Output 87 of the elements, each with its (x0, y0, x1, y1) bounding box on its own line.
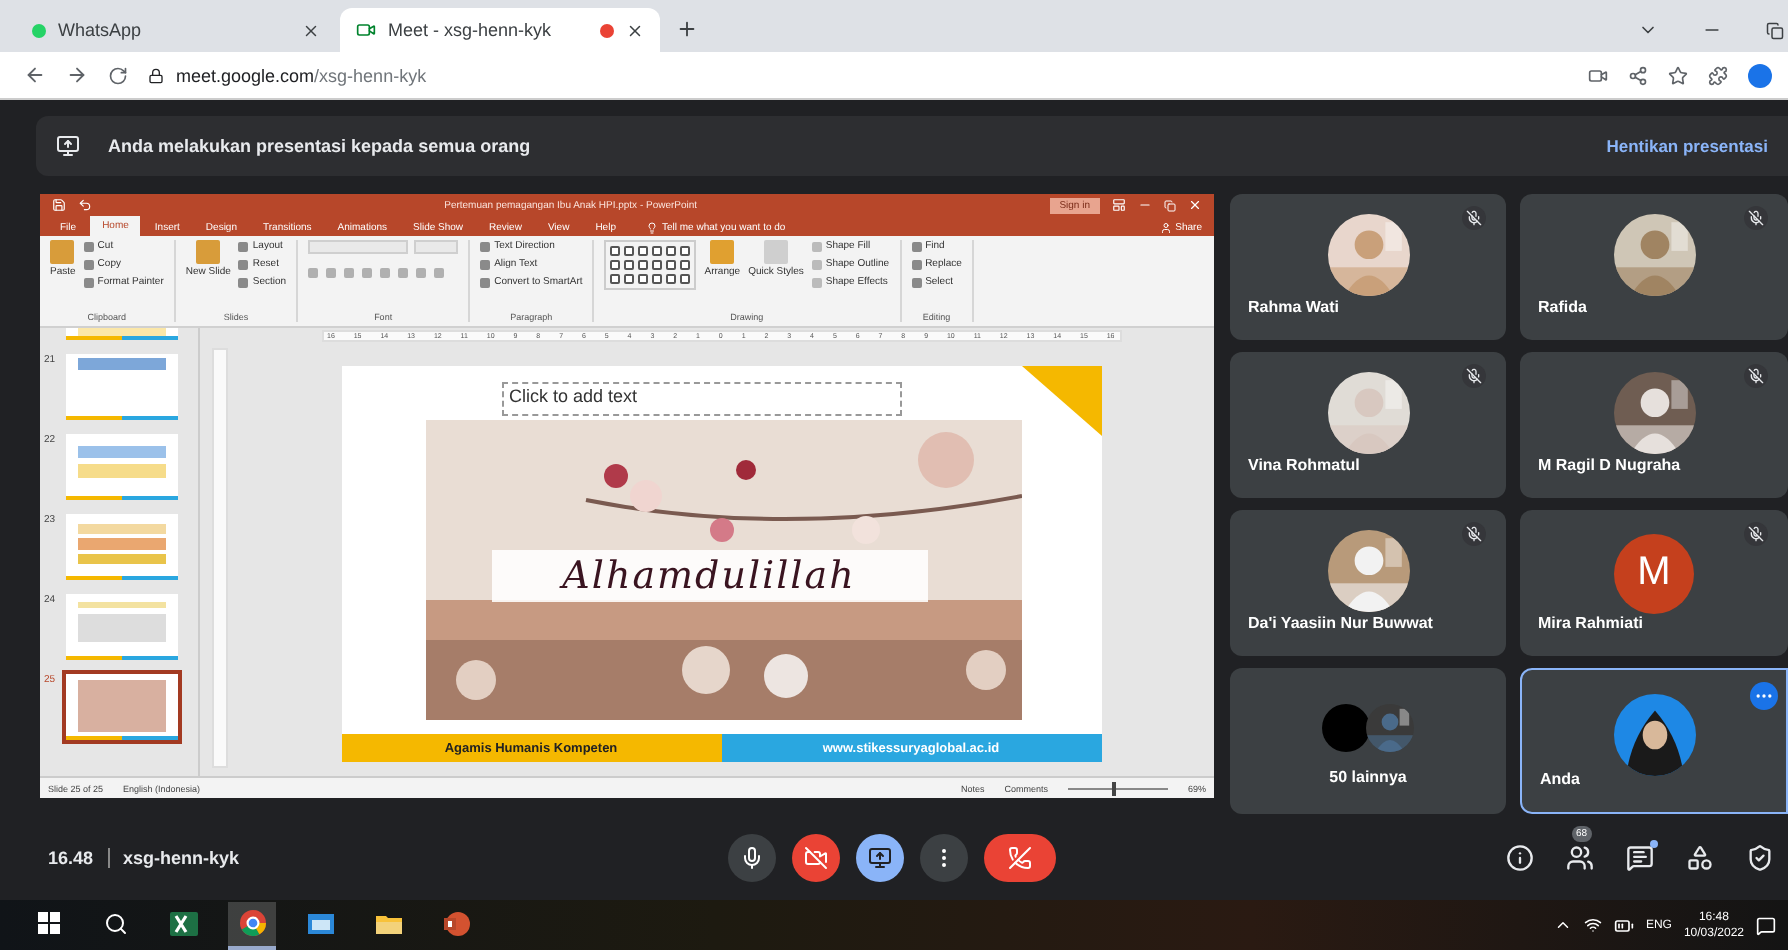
more-options-button[interactable] (1750, 682, 1778, 710)
present-screen-icon (56, 134, 80, 158)
slide-caption: Alhamdulillah (491, 550, 927, 602)
present-screen-icon (868, 846, 892, 870)
browser-tab[interactable]: Meet - xsg-henn-kyk (340, 8, 660, 52)
info-button[interactable] (1504, 842, 1536, 874)
font-size-field[interactable] (414, 240, 459, 254)
folder-icon (375, 913, 401, 933)
participant-tile[interactable]: Rahma Wati (1230, 194, 1506, 340)
camera-icon[interactable] (1588, 65, 1608, 85)
zoom-thumb[interactable] (1112, 781, 1117, 795)
shield-icon (1746, 844, 1774, 872)
font-name-field[interactable] (308, 240, 409, 254)
star-icon[interactable] (1668, 65, 1688, 85)
shapes-icon (1686, 844, 1714, 872)
back-icon[interactable] (24, 64, 46, 86)
participant-name: Rafida (1538, 298, 1587, 316)
share-icon[interactable] (1628, 65, 1648, 85)
banner-message: Anda melakukan presentasi kepada semua orang (108, 136, 533, 156)
participant-name: Rahma Wati (1248, 298, 1339, 316)
participant-name: Vina Rohmatul (1248, 456, 1360, 474)
microphone-button[interactable] (728, 834, 776, 882)
corner-triangle (1021, 366, 1101, 436)
close-icon[interactable] (626, 21, 644, 39)
info-icon (1506, 844, 1534, 872)
window-icon (307, 913, 333, 933)
text-placeholder[interactable]: Click to add text (501, 382, 901, 416)
participant-name: M Ragil D Nugraha (1538, 456, 1681, 474)
participant-tile[interactable]: Da'i Yaasiin Nur Buwwat (1230, 510, 1506, 656)
profile-avatar[interactable] (1748, 63, 1772, 87)
windows-icon (37, 912, 59, 934)
letter-avatar: M (1614, 533, 1694, 613)
slide-thumbnail[interactable] (66, 674, 178, 740)
camera-off-icon (804, 846, 828, 870)
browser-tab[interactable]: WhatsApp (16, 8, 336, 52)
participant-name: Anda (1540, 770, 1580, 788)
chevron-up-icon[interactable] (1553, 916, 1572, 934)
lock-icon (148, 67, 164, 83)
participant-tile[interactable]: Anda (1520, 668, 1788, 814)
people-button[interactable] (1564, 842, 1596, 874)
chat-button[interactable] (1624, 842, 1656, 874)
stop-presenting-button[interactable]: Hentikan presentasi (1606, 136, 1768, 156)
participant-name: Da'i Yaasiin Nur Buwwat (1248, 614, 1433, 632)
chat-icon (1626, 844, 1654, 872)
participant-name: Mira Rahmiati (1538, 614, 1643, 632)
microphone-icon (740, 846, 764, 870)
browser-icon (239, 910, 265, 936)
host-button[interactable] (1744, 842, 1776, 874)
puzzle-icon[interactable] (1708, 65, 1728, 85)
participant-tile[interactable]: Vina Rohmatul (1230, 352, 1506, 498)
participant-tile[interactable]: M Mira Rahmiati (1520, 510, 1788, 656)
restore-icon[interactable] (1164, 199, 1176, 211)
hang-up-icon (1008, 846, 1032, 870)
taskbar-app[interactable] (228, 901, 276, 949)
shapes-gallery[interactable] (604, 240, 697, 290)
restore-icon[interactable] (1766, 21, 1784, 39)
activities-button[interactable] (1684, 842, 1716, 874)
camera-button[interactable] (792, 834, 840, 882)
slide-thumbnail[interactable] (66, 354, 178, 420)
network-icon[interactable] (1583, 916, 1602, 934)
participant-tile[interactable]: Rafida (1520, 194, 1788, 340)
participant-name: 50 lainnya (1327, 768, 1409, 786)
battery-icon[interactable] (1613, 915, 1634, 935)
close-icon[interactable] (302, 21, 320, 39)
video-icon (356, 20, 376, 40)
undo-icon[interactable] (78, 198, 92, 212)
slides-app-icon (443, 911, 469, 935)
forward-icon[interactable] (66, 64, 88, 86)
ribbon-display-icon[interactable] (1112, 198, 1126, 212)
search-icon (104, 911, 128, 935)
more-options-button[interactable] (920, 834, 968, 882)
meeting-time: 16.48 (48, 848, 94, 868)
slide-thumbnail[interactable] (66, 594, 178, 660)
new-tab-icon[interactable] (676, 18, 698, 40)
leave-call-button[interactable] (984, 834, 1056, 882)
slide-thumbnail[interactable] (66, 434, 178, 500)
slide-thumbnail[interactable] (66, 514, 178, 580)
participant-tile[interactable]: 50 lainnya (1230, 668, 1506, 814)
reload-icon[interactable] (108, 65, 128, 85)
participant-tile[interactable]: M Ragil D Nugraha (1520, 352, 1788, 498)
save-icon[interactable] (52, 198, 66, 212)
people-icon (1566, 844, 1594, 872)
notifications-icon[interactable] (1756, 915, 1776, 935)
spreadsheet-icon (170, 911, 198, 935)
meeting-code: xsg-henn-kyk (123, 848, 240, 868)
avatar (1322, 703, 1370, 751)
present-button[interactable] (856, 834, 904, 882)
